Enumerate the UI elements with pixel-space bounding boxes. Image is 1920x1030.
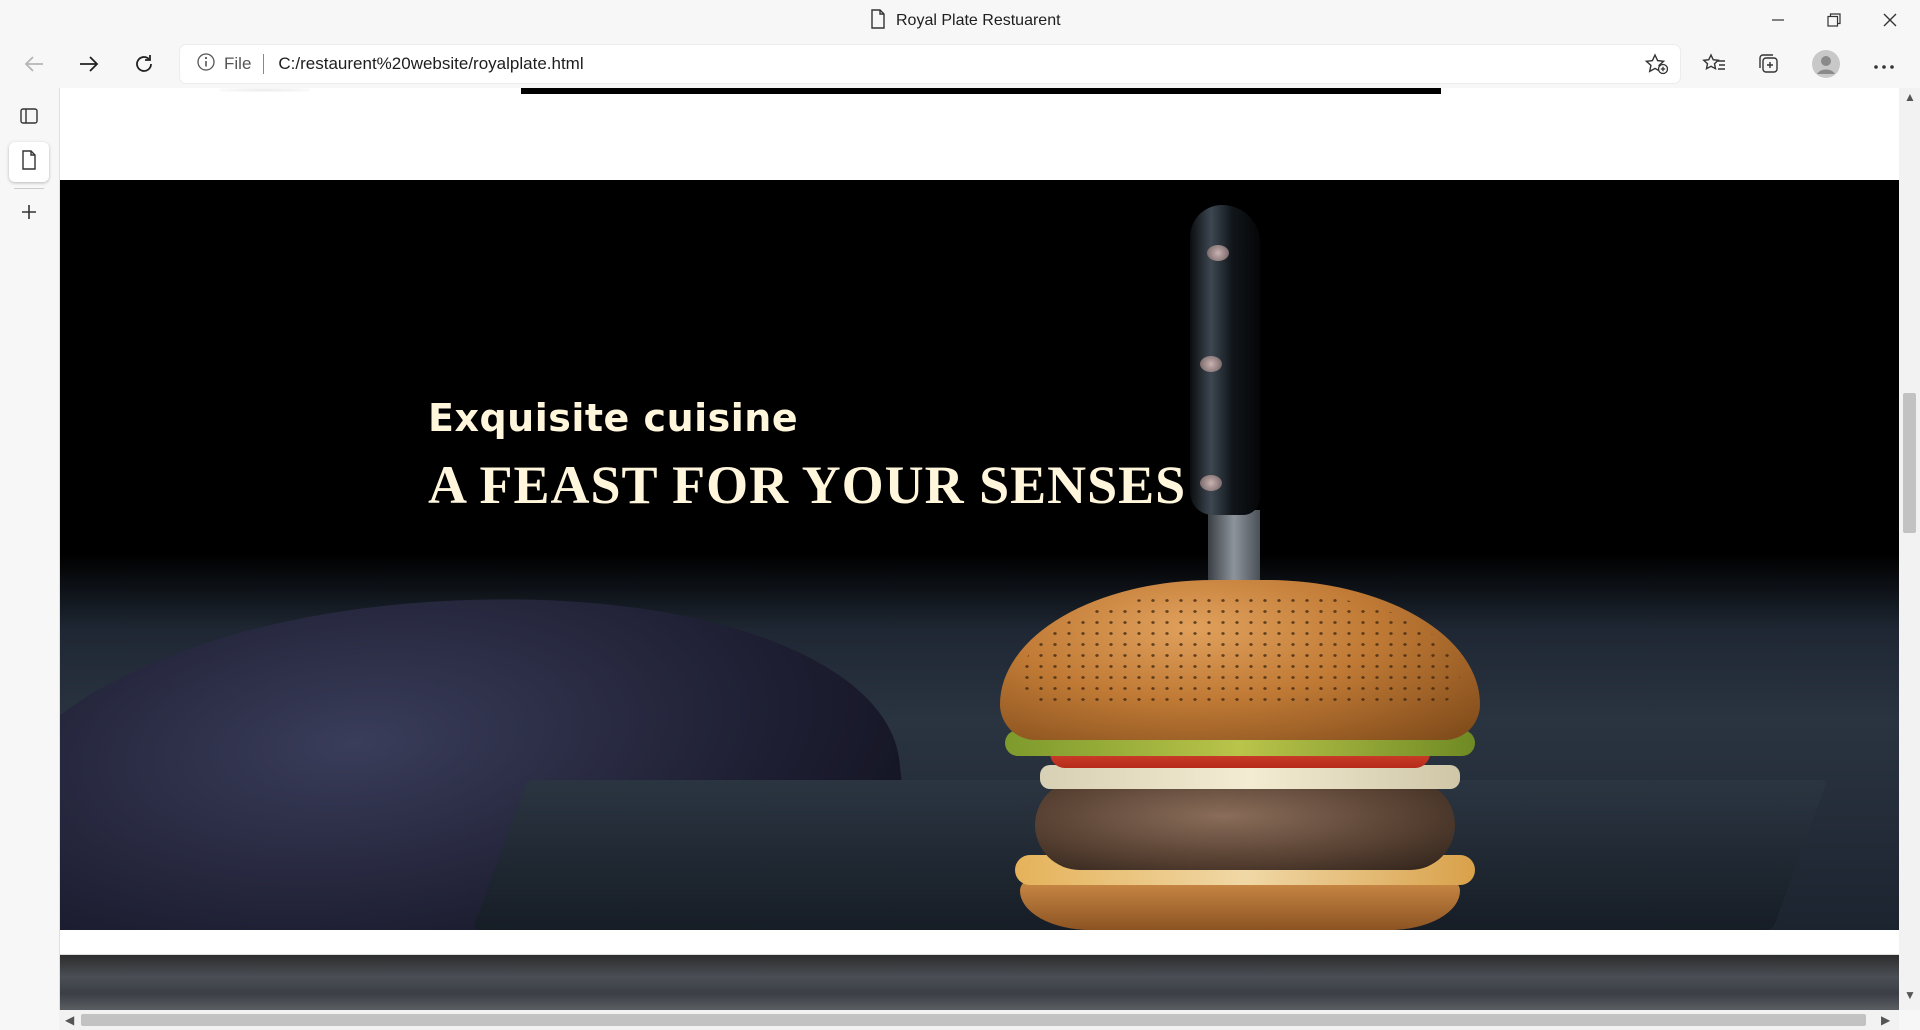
knife-rivet xyxy=(1200,356,1222,372)
refresh-button[interactable] xyxy=(126,48,162,84)
side-divider xyxy=(14,188,44,189)
refresh-icon xyxy=(133,53,155,80)
url-text[interactable]: C:/restaurent%20website/royalplate.html xyxy=(278,54,583,74)
collections-button[interactable] xyxy=(1751,48,1787,84)
vertical-scrollbar[interactable]: ▲ ▼ xyxy=(1899,88,1920,1010)
collections-icon xyxy=(1757,52,1781,81)
knife-blade xyxy=(1208,510,1260,580)
profile-button[interactable] xyxy=(1808,48,1844,84)
window-title-group: Royal Plate Restuarent xyxy=(870,8,1061,34)
page-tab[interactable] xyxy=(9,142,49,182)
page-file-icon xyxy=(870,8,886,34)
title-bar: Royal Plate Restuarent xyxy=(0,0,1920,40)
window-title: Royal Plate Restuarent xyxy=(896,12,1061,29)
vertical-tabs-panel xyxy=(0,88,58,1030)
restore-button[interactable] xyxy=(1806,0,1862,40)
tab-actions-button[interactable] xyxy=(9,98,49,138)
page-tab-icon xyxy=(21,149,37,175)
forward-button[interactable] xyxy=(71,48,107,84)
vertical-scroll-thumb[interactable] xyxy=(1903,393,1916,533)
page-viewport: Exquisite cuisine A FEAST FOR YOUR SENSE… xyxy=(59,88,1899,1010)
scroll-down-icon[interactable]: ▼ xyxy=(1904,988,1916,1002)
address-separator xyxy=(263,54,265,74)
tab-actions-icon xyxy=(19,106,39,131)
knife-rivet xyxy=(1207,245,1229,261)
info-icon xyxy=(196,52,216,77)
scroll-left-icon[interactable]: ◀ xyxy=(65,1013,74,1027)
more-button[interactable] xyxy=(1866,48,1902,84)
arrow-left-icon xyxy=(23,53,45,80)
nav-shadow xyxy=(220,88,310,92)
burger-cheese xyxy=(1040,765,1460,789)
next-section-image xyxy=(60,954,1899,1010)
scroll-right-icon[interactable]: ▶ xyxy=(1881,1013,1890,1027)
browser-toolbar: File C:/restaurent%20website/royalplate.… xyxy=(0,40,1920,88)
site-info-button[interactable]: File xyxy=(196,52,251,77)
close-button[interactable] xyxy=(1862,0,1918,40)
address-bar[interactable]: File C:/restaurent%20website/royalplate.… xyxy=(180,45,1680,83)
scroll-up-icon[interactable]: ▲ xyxy=(1904,90,1916,104)
new-tab-button[interactable] xyxy=(9,194,49,234)
profile-avatar xyxy=(1811,49,1841,84)
hero-banner: Exquisite cuisine A FEAST FOR YOUR SENSE… xyxy=(60,180,1899,930)
favorites-button[interactable] xyxy=(1696,48,1732,84)
hero-text-block: Exquisite cuisine A FEAST FOR YOUR SENSE… xyxy=(428,396,1186,516)
hero-subtitle: Exquisite cuisine xyxy=(428,396,799,440)
minimize-button[interactable] xyxy=(1750,0,1806,40)
hero-title: A FEAST FOR YOUR SENSES xyxy=(428,455,1187,515)
back-button[interactable] xyxy=(16,48,52,84)
favorites-icon xyxy=(1702,52,1726,80)
knife-rivet xyxy=(1200,475,1222,491)
scheme-label: File xyxy=(224,54,252,73)
horizontal-scrollbar[interactable]: ◀ ▶ xyxy=(59,1010,1899,1030)
more-icon xyxy=(1873,57,1895,75)
horizontal-scroll-thumb[interactable] xyxy=(81,1014,1866,1026)
burger-patty xyxy=(1035,780,1455,870)
new-tab-icon xyxy=(19,202,39,227)
add-favorite-icon[interactable] xyxy=(1644,53,1669,80)
header-bottom-bar xyxy=(521,88,1441,94)
arrow-right-icon xyxy=(78,53,100,80)
